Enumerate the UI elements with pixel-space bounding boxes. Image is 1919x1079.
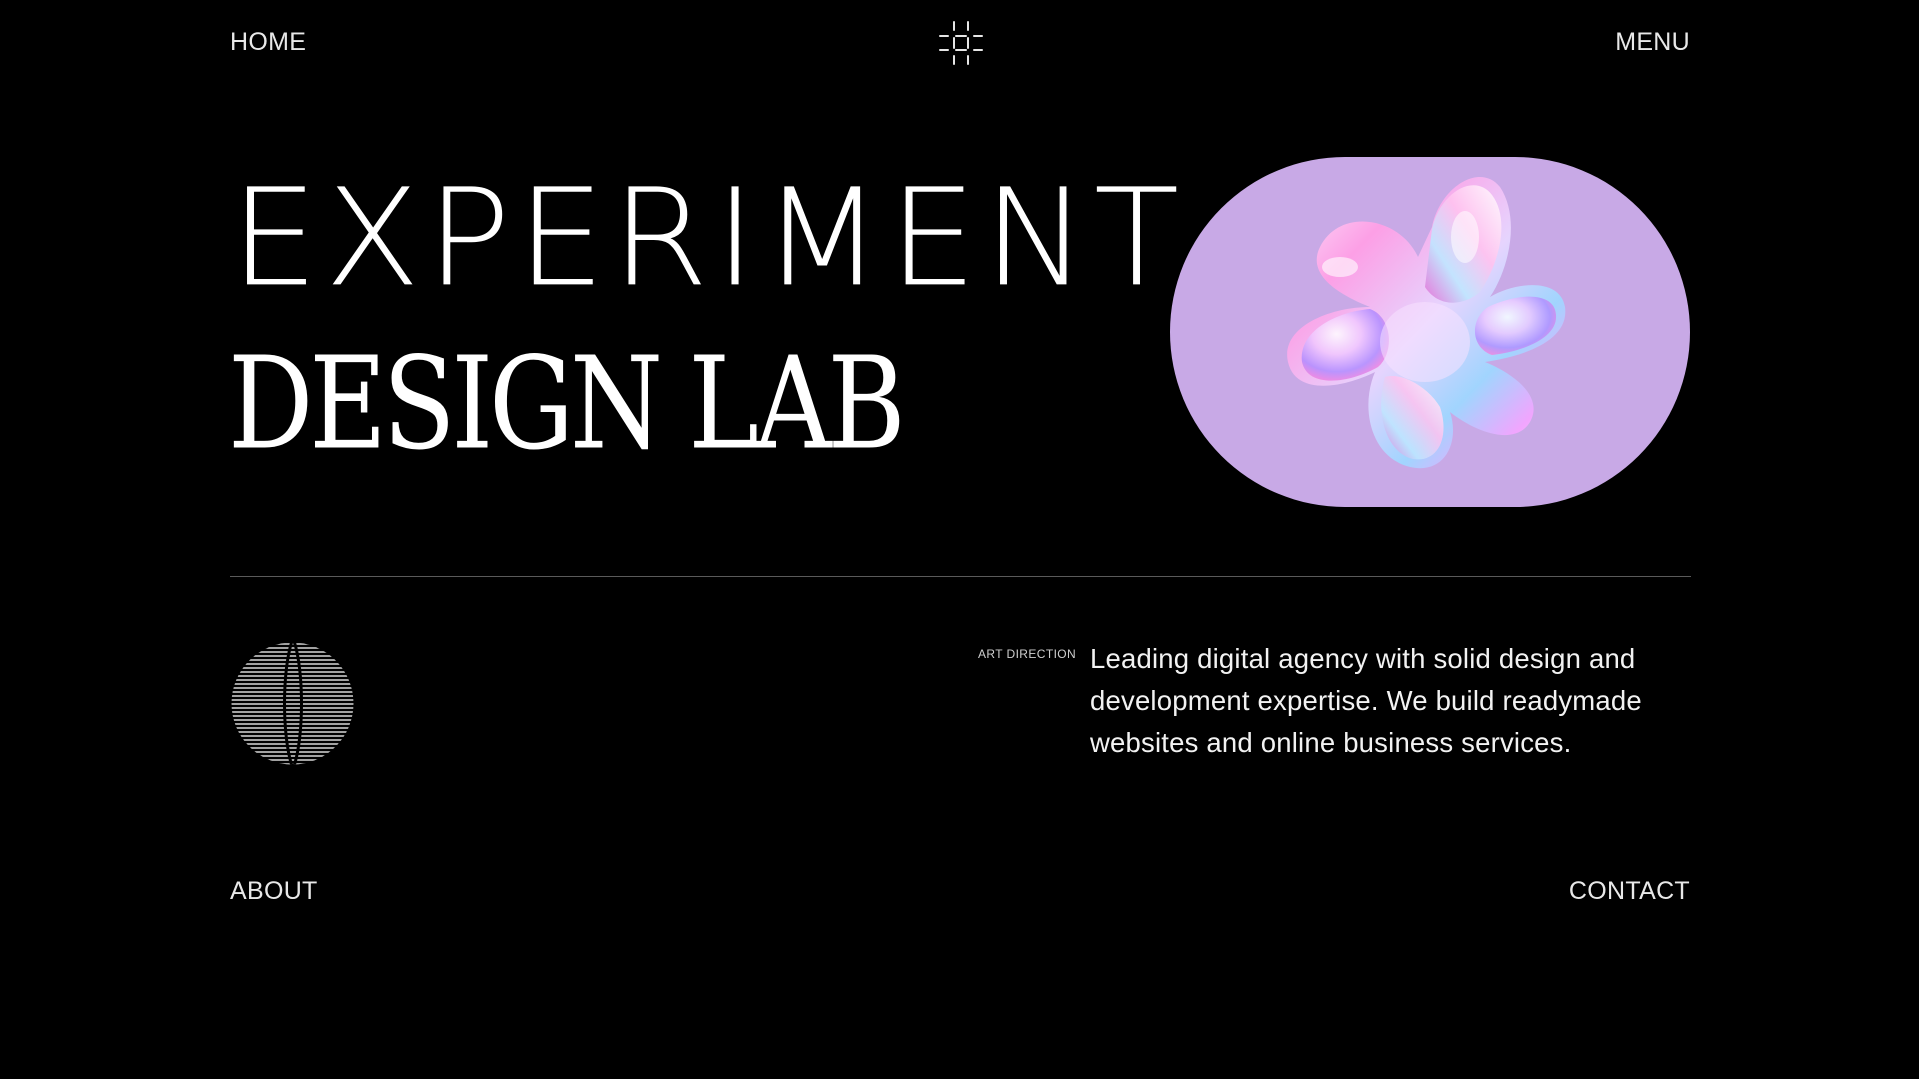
nav-contact-link[interactable]: CONTACT — [1569, 877, 1690, 906]
hero-title-line-1: EXPERIMENT — [230, 160, 1186, 317]
striped-sphere-icon — [230, 641, 355, 766]
iridescent-blob — [1287, 176, 1566, 469]
section-tag: ART DIRECTION — [978, 647, 1077, 661]
grid-sparkle-icon[interactable] — [938, 20, 984, 66]
nav-home-link[interactable]: HOME — [230, 28, 306, 57]
hero-media-card — [1170, 157, 1690, 507]
landing-page: HOME MENU EXPERIMENT DESIGN LAB ART DIRE… — [0, 0, 1919, 1079]
nav-about-link[interactable]: ABOUT — [230, 877, 318, 906]
agency-description: Leading digital agency with solid design… — [1090, 643, 1642, 758]
nav-menu-link[interactable]: MENU — [1615, 28, 1690, 57]
section-divider — [230, 576, 1691, 577]
hero-title-line-2: DESIGN LAB — [228, 329, 906, 478]
